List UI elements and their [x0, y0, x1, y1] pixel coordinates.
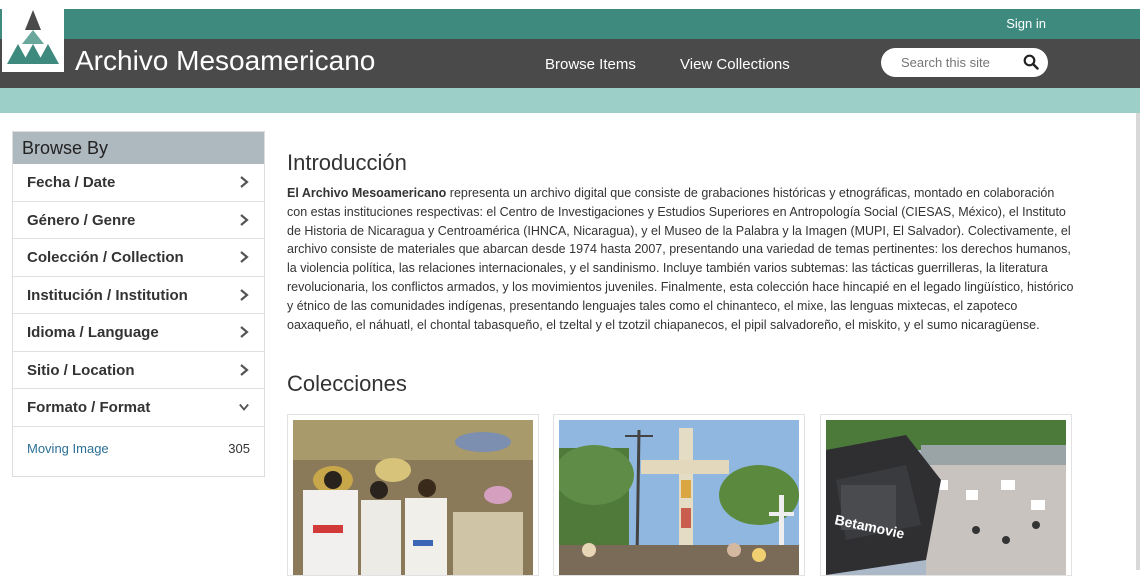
main-content: Introducción El Archivo Mesoamericano re…: [287, 150, 1077, 334]
nav-view-collections[interactable]: View Collections: [680, 56, 790, 73]
browse-sidebar: Browse By Fecha / Date Género / Genre Co…: [12, 131, 265, 477]
accent-band: [0, 88, 1140, 113]
intro-paragraph: El Archivo Mesoamericano representa un a…: [287, 184, 1077, 334]
chevron-right-icon: [240, 213, 249, 226]
collection-thumbnail-image: [559, 420, 799, 575]
chevron-right-icon: [240, 326, 249, 338]
nav-browse-items[interactable]: Browse Items: [545, 56, 636, 73]
intro-title: Introducción: [287, 150, 407, 175]
facet-value-label[interactable]: Moving Image: [27, 441, 109, 456]
search-icon[interactable]: [1023, 54, 1039, 70]
facet-label: Género / Genre: [27, 211, 136, 229]
facet-date[interactable]: Fecha / Date: [13, 164, 264, 202]
collection-card[interactable]: Betamovie: [820, 414, 1072, 576]
intro-bold: El Archivo Mesoamericano: [287, 186, 447, 200]
intro-text: representa un archivo digital que consis…: [287, 186, 1074, 332]
signin-link[interactable]: Sign in: [1006, 16, 1046, 31]
facet-institution[interactable]: Institución / Institution: [13, 277, 264, 314]
chevron-right-icon: [240, 251, 249, 263]
site-title[interactable]: Archivo Mesoamericano: [75, 45, 375, 77]
facet-label: Formato / Format: [27, 399, 151, 416]
facet-value-count: 305: [228, 441, 250, 456]
collection-card[interactable]: [553, 414, 805, 576]
scrollbar-track[interactable]: [1136, 113, 1140, 570]
browse-heading: Browse By: [13, 132, 264, 164]
facet-label: Institución / Institution: [27, 286, 188, 304]
collection-thumbnail-image: Betamovie: [826, 420, 1066, 575]
facet-label: Idioma / Language: [27, 324, 159, 341]
facet-value-moving-image[interactable]: Moving Image 305: [13, 431, 264, 461]
chevron-right-icon: [240, 363, 249, 376]
search-box: [881, 48, 1048, 77]
signin-bar: [0, 9, 1140, 39]
facet-label: Colección / Collection: [27, 249, 184, 266]
mountain-logo-icon: [7, 10, 59, 64]
collection-card[interactable]: [287, 414, 539, 576]
chevron-right-icon: [240, 288, 249, 301]
collections-title: Colecciones: [287, 371, 407, 396]
facet-label: Sitio / Location: [27, 361, 135, 379]
facet-language[interactable]: Idioma / Language: [13, 314, 264, 352]
site-logo[interactable]: [2, 4, 64, 72]
facet-label: Fecha / Date: [27, 174, 116, 191]
chevron-right-icon: [240, 176, 249, 188]
facet-genre[interactable]: Género / Genre: [13, 202, 264, 239]
chevron-down-icon: [239, 403, 249, 411]
search-input[interactable]: [899, 54, 1013, 71]
facet-collection[interactable]: Colección / Collection: [13, 239, 264, 277]
top-strip: [0, 0, 1140, 9]
facet-location[interactable]: Sitio / Location: [13, 352, 264, 389]
collection-thumbnail-image: [293, 420, 533, 575]
facet-format[interactable]: Formato / Format: [13, 389, 264, 427]
